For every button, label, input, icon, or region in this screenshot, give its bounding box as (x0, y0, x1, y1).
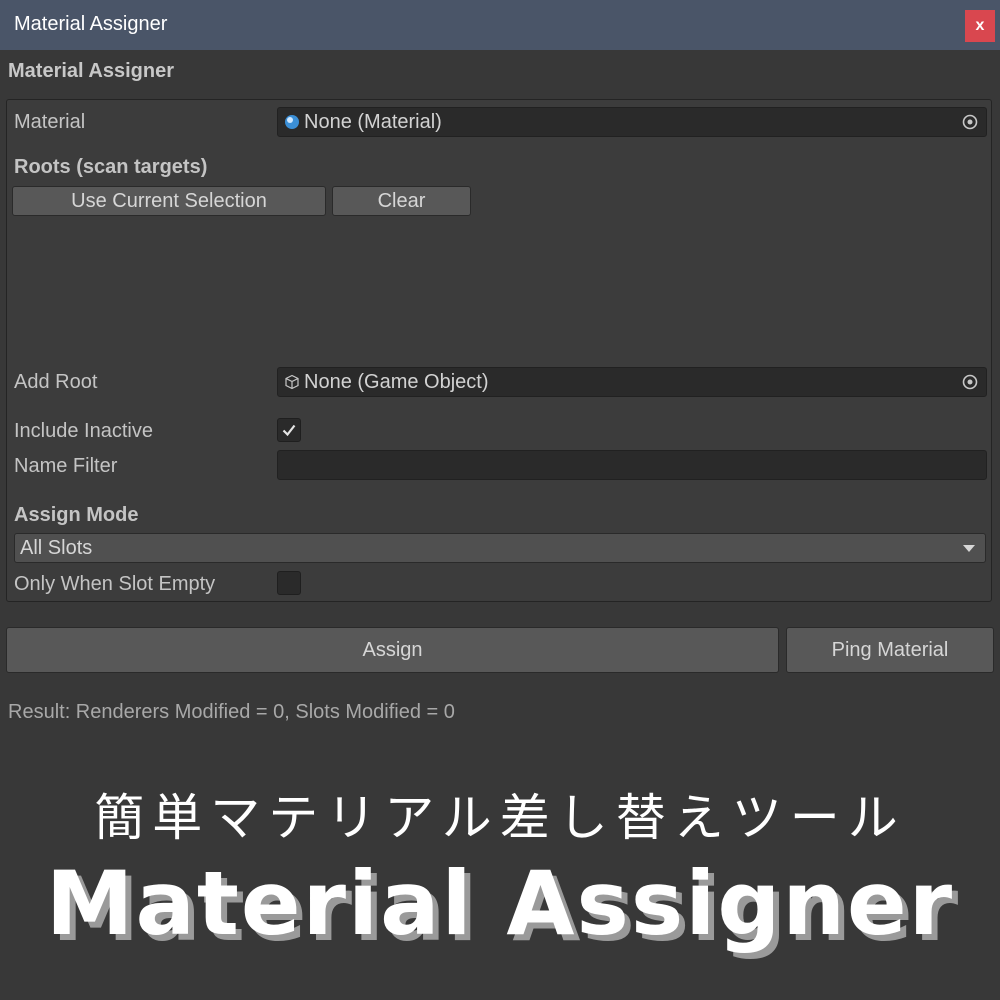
ping-material-button[interactable]: Ping Material (786, 627, 994, 673)
roots-heading: Roots (scan targets) (14, 156, 208, 178)
add-root-label: Add Root (14, 371, 98, 393)
material-field[interactable]: None (Material) (277, 107, 987, 137)
assign-button[interactable]: Assign (6, 627, 779, 673)
material-sphere-icon (285, 115, 299, 129)
only-when-slot-empty-label: Only When Slot Empty (14, 573, 216, 595)
banner-subtitle: 簡単マテリアル差し替えツール (94, 789, 906, 847)
window-title: Material Assigner (14, 13, 168, 35)
dropdown-arrow-icon (963, 545, 975, 552)
assign-mode-dropdown[interactable]: All Slots (14, 533, 986, 563)
name-filter-input[interactable] (277, 450, 987, 480)
material-field-value: None (Material) (304, 110, 442, 133)
assign-mode-heading: Assign Mode (14, 504, 139, 526)
material-label: Material (14, 111, 86, 133)
clear-button[interactable]: Clear (332, 186, 471, 216)
result-text: Result: Renderers Modified = 0, Slots Mo… (8, 701, 455, 723)
only-when-slot-empty-checkbox[interactable] (277, 571, 301, 595)
include-inactive-checkbox[interactable] (277, 418, 301, 442)
close-button[interactable]: x (965, 10, 995, 42)
panel-header: Material Assigner (8, 60, 174, 82)
banner-title: Material Assigner (45, 852, 955, 955)
name-filter-label: Name Filter (14, 455, 118, 477)
object-picker-icon[interactable] (962, 374, 978, 390)
game-object-cube-icon (285, 374, 299, 390)
use-current-selection-button[interactable]: Use Current Selection (12, 186, 326, 216)
checkmark-icon (282, 424, 296, 437)
assign-mode-selected: All Slots (20, 536, 93, 559)
add-root-field-value: None (Game Object) (304, 370, 489, 393)
add-root-field[interactable]: None (Game Object) (277, 367, 987, 397)
window-titlebar: Material Assigner x (0, 0, 1000, 50)
include-inactive-label: Include Inactive (14, 420, 153, 442)
object-picker-icon[interactable] (962, 114, 978, 130)
